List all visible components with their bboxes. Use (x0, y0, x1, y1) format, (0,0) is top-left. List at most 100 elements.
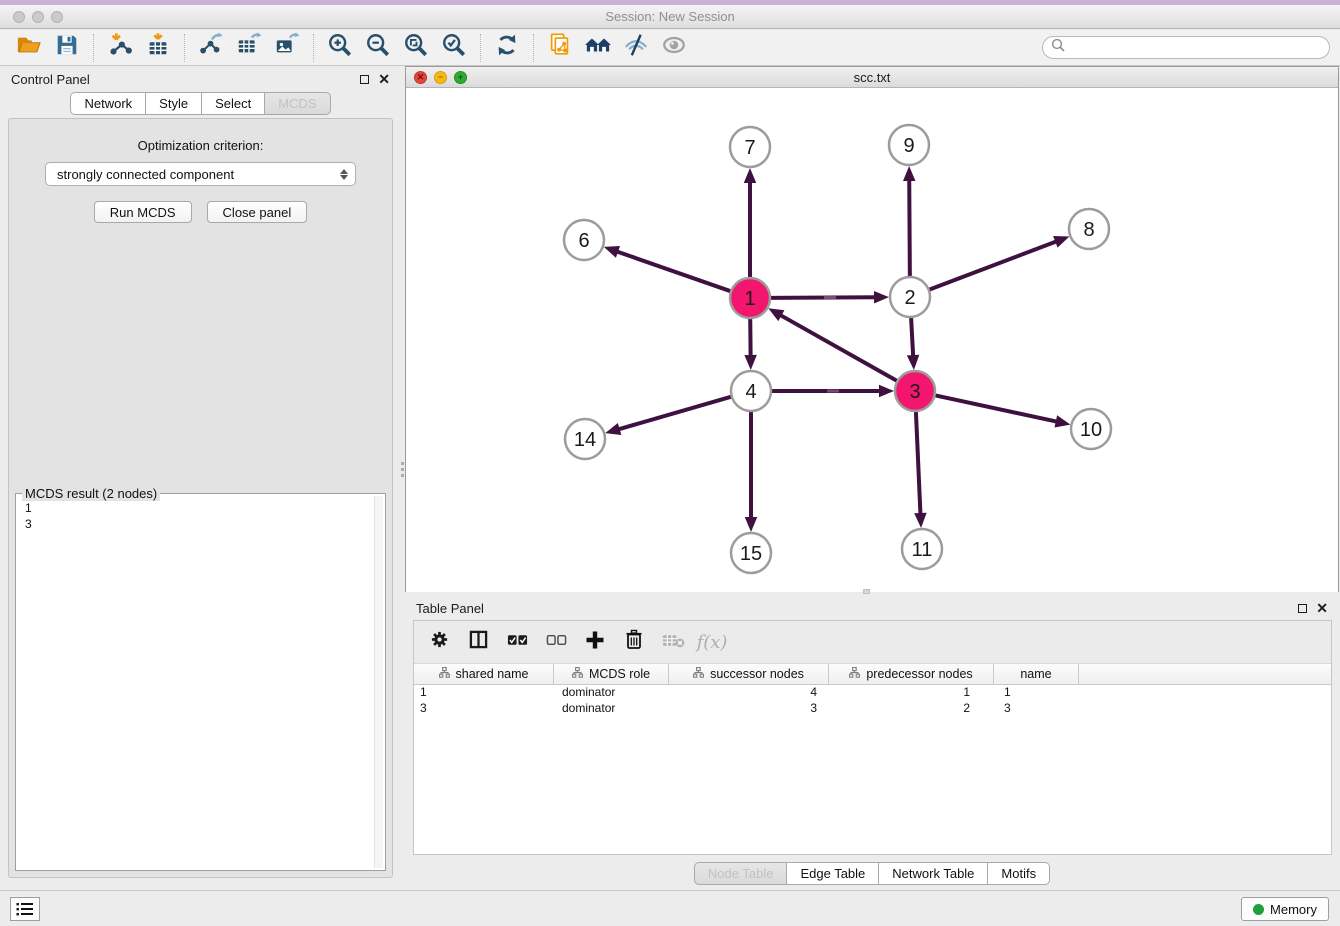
task-history-button[interactable] (10, 897, 40, 921)
tab-mcds[interactable]: MCDS (265, 92, 330, 115)
close-panel-button[interactable]: Close panel (207, 201, 308, 223)
show-all-button[interactable] (655, 32, 693, 64)
tab-node-table[interactable]: Node Table (694, 862, 788, 885)
tab-network[interactable]: Network (70, 92, 146, 115)
graph-edge-2-9[interactable] (909, 179, 910, 276)
window-title: Session: New Session (0, 9, 1340, 24)
graph-node-label-15: 15 (740, 543, 762, 565)
toolbar-separator (184, 34, 185, 62)
run-mcds-button[interactable]: Run MCDS (94, 201, 192, 223)
selected-criterion: strongly connected component (57, 167, 234, 182)
graph-node-label-1: 1 (744, 288, 755, 310)
refresh-layout-button[interactable] (488, 32, 526, 64)
graph-node-label-8: 8 (1083, 219, 1094, 241)
graph-edge-2-3[interactable] (911, 318, 913, 357)
column-header-name[interactable]: name (994, 664, 1079, 684)
close-table-panel-icon[interactable]: ✕ (1316, 603, 1328, 613)
first-neighbors-button[interactable] (579, 32, 617, 64)
column-header-shared-name[interactable]: shared name (414, 664, 554, 684)
table-cell[interactable]: dominator (554, 701, 669, 717)
graph-edge-arrow-2-8 (1053, 236, 1069, 248)
hide-selected-button[interactable] (617, 32, 655, 64)
clear-selection-button[interactable] (544, 630, 568, 654)
clear-selection-icon (546, 633, 567, 652)
column-header-successor-nodes[interactable]: successor nodes (669, 664, 829, 684)
node-table-container: f(x) shared nameMCDS rolesuccessor nodes… (413, 620, 1332, 855)
search-box[interactable] (1042, 36, 1330, 59)
add-column-button[interactable] (583, 630, 607, 654)
save-session-button[interactable] (48, 32, 86, 64)
graph-edge-3-1[interactable] (780, 315, 897, 381)
table-settings-icon (430, 630, 449, 654)
table-cell[interactable]: 1 (829, 685, 994, 701)
import-network-button[interactable] (101, 32, 139, 64)
table-cell[interactable]: 2 (829, 701, 994, 717)
table-cell[interactable]: 3 (414, 701, 554, 717)
graph-edge-1-6[interactable] (616, 251, 730, 291)
table-cell[interactable]: 3 (994, 701, 1079, 717)
new-network-from-selection-button[interactable] (541, 32, 579, 64)
table-row[interactable]: 3dominator323 (414, 701, 1331, 717)
select-all-rows-button[interactable] (505, 630, 529, 654)
horizontal-splitter-handle[interactable] (863, 589, 870, 594)
optimization-criterion-select[interactable]: strongly connected component (45, 162, 356, 186)
table-header-row: shared nameMCDS role successor nodes prede… (414, 664, 1331, 685)
tab-edge-table[interactable]: Edge Table (787, 862, 879, 885)
import-network-icon (107, 32, 133, 63)
delete-table-button (661, 630, 685, 654)
table-cell[interactable]: 4 (669, 685, 829, 701)
graph-edge-2-8[interactable] (930, 241, 1058, 289)
result-scrollbar[interactable] (374, 496, 383, 868)
network-canvas[interactable]: 7968124314101511 (406, 89, 1338, 592)
import-table-icon (145, 32, 171, 63)
vertical-splitter-handle[interactable] (400, 462, 404, 484)
table-row[interactable]: 1dominator411 (414, 685, 1331, 701)
export-image-button[interactable] (268, 32, 306, 64)
graph-edge-arrow-1-2 (874, 291, 889, 303)
zoom-out-button[interactable] (359, 32, 397, 64)
column-header-predecessor-nodes[interactable]: predecessor nodes (829, 664, 994, 684)
column-label: successor nodes (710, 667, 804, 681)
toolbar-separator (313, 34, 314, 62)
graph-edge-3-10[interactable] (936, 395, 1058, 421)
mcds-panel: Optimization criterion: strongly connect… (8, 118, 393, 878)
zoom-fit-button[interactable] (397, 32, 435, 64)
delete-column-button[interactable] (622, 630, 646, 654)
tab-motifs[interactable]: Motifs (988, 862, 1050, 885)
graph-edge-3-11[interactable] (916, 412, 921, 515)
memory-status-icon (1253, 904, 1264, 915)
import-table-button[interactable] (139, 32, 177, 64)
column-header-mcds-role[interactable]: MCDS role (554, 664, 669, 684)
zoom-selected-button[interactable] (435, 32, 473, 64)
select-all-rows-icon (507, 633, 528, 652)
open-session-button[interactable] (10, 32, 48, 64)
graph-edge-4-14[interactable] (618, 397, 731, 430)
graph-edge-arrow-1-4 (744, 355, 756, 370)
export-table-icon (236, 32, 262, 63)
table-cell[interactable]: dominator (554, 685, 669, 701)
zoom-in-button[interactable] (321, 32, 359, 64)
float-table-panel-icon[interactable] (1298, 604, 1307, 613)
table-cell[interactable]: 1 (414, 685, 554, 701)
table-cell[interactable]: 1 (994, 685, 1079, 701)
column-label: predecessor nodes (866, 667, 972, 681)
table-settings-button[interactable] (427, 630, 451, 654)
float-panel-icon[interactable] (360, 75, 369, 84)
graph-edge-1-2[interactable] (771, 297, 876, 298)
close-panel-icon[interactable]: ✕ (378, 74, 390, 84)
zoom-in-icon (327, 32, 353, 63)
export-table-button[interactable] (230, 32, 268, 64)
memory-button[interactable]: Memory (1241, 897, 1329, 921)
graph-node-label-3: 3 (909, 381, 920, 403)
graph-node-label-6: 6 (578, 230, 589, 252)
tab-network-table[interactable]: Network Table (879, 862, 988, 885)
network-window-titlebar: ✕ − + scc.txt (406, 67, 1338, 88)
table-cell[interactable]: 3 (669, 701, 829, 717)
show-columns-button[interactable] (466, 630, 490, 654)
tab-select[interactable]: Select (202, 92, 265, 115)
graph-node-label-11: 11 (912, 539, 933, 561)
tab-style[interactable]: Style (146, 92, 202, 115)
column-label: name (1020, 667, 1051, 681)
search-input[interactable] (1070, 40, 1321, 55)
export-network-button[interactable] (192, 32, 230, 64)
